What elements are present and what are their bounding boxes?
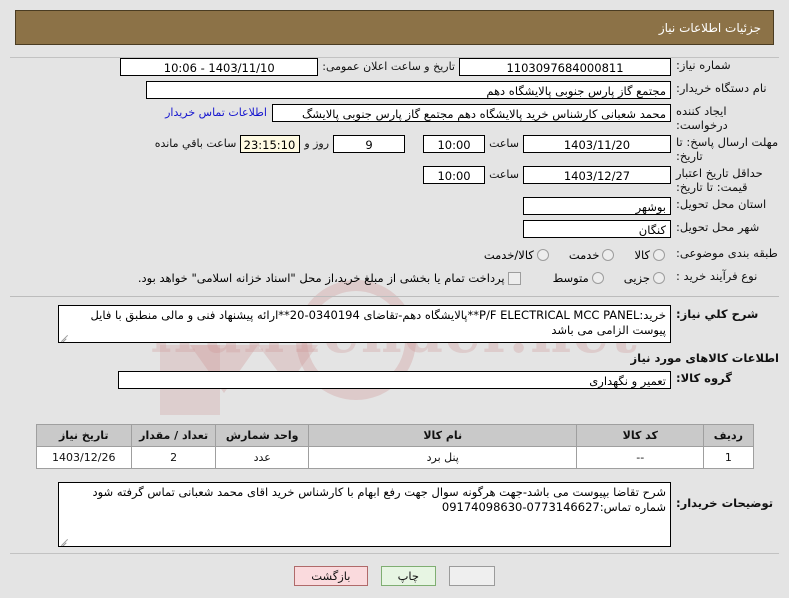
items-table: ردیف کد کالا نام کالا واحد شمارش تعداد /… [35,424,754,469]
col-radif: ردیف [703,424,754,447]
classification-option-1[interactable]: خدمت [555,246,600,264]
row-city: شهر محل تحویل: کنگان [10,220,779,240]
cell-tarikh-niaz: 1403/12/26 [35,446,133,469]
response-deadline-hour: 10:00 [423,135,486,153]
goods-group-label: گروه کالا: [676,371,732,385]
row-province: استان محل تحویل: بوشهر [10,197,779,217]
announce-datetime-value: 1403/11/10 - 10:06 [120,58,319,76]
creator-value: محمد شعبانی کارشناس خرید پالایشگاه دهم م… [272,104,671,122]
page-header: جزئیات اطلاعات نیاز [15,10,774,45]
buyer-notes-label: توضیحات خریدار: [676,496,774,510]
hour-label-1: ساعت [489,137,519,150]
footer-divider [10,553,779,554]
col-nam-kala: نام کالا [308,424,578,447]
page-title: جزئیات اطلاعات نیاز [15,10,774,45]
purchase-type-option-1[interactable]: متوسط [527,269,589,287]
radio-purchase-motevaset[interactable] [591,272,604,284]
price-validity-date: 1403/12/27 [523,166,671,184]
goods-group-value: تعمیر و نگهداری [118,371,671,389]
radio-classification-khedmat[interactable] [602,249,615,261]
buyer-org-value: مجتمع گاز پارس جنوبی پالایشگاه دهم [146,81,671,99]
blank-button[interactable] [449,566,495,586]
section-divider-1 [10,296,779,297]
islamic-treasury-label: پرداخت تمام یا بخشی از مبلغ خرید،از محل … [137,271,505,285]
cell-radif: 1 [703,446,754,469]
province-label: استان محل تحویل: [676,197,767,211]
buyer-contact-link[interactable]: اطلاعات تماس خریدار [160,104,272,122]
cell-kod-kala: -- [576,446,705,469]
classification-option-0[interactable]: کالا [620,246,650,264]
city-label: شهر محل تحویل: [676,220,760,234]
summary-text: خرید:P/F ELECTRICAL MCC PANEL**پالایشگاه… [90,308,666,337]
row-purchase-type: نوع فرآیند خرید : جزیی متوسط پرداخت تمام… [10,269,779,289]
days-remaining-value: 9 [333,135,406,153]
response-deadline-label: مهلت ارسال پاسخ: تا تاریخ: [676,135,779,163]
need-number-value: 1103097684000811 [459,58,671,76]
need-details-form: شماره نیاز: 1103097684000811 تاریخ و ساع… [10,58,779,394]
row-summary: شرح کلي نیاز: خرید:P/F ELECTRICAL MCC PA… [10,305,779,343]
days-label: روز و [304,137,330,150]
city-value: کنگان [523,220,671,238]
items-table-header-row: ردیف کد کالا نام کالا واحد شمارش تعداد /… [35,424,754,447]
print-button[interactable]: چاپ [380,566,437,586]
classification-label: طبقه بندی موضوعی: [676,246,778,260]
radio-purchase-jozei[interactable] [653,272,665,284]
checkbox-islamic-treasury[interactable] [507,272,521,285]
items-table-wrap: ردیف کد کالا نام کالا واحد شمارش تعداد /… [10,424,779,469]
buyer-notes-text: شرح تقاضا بپیوست می باشد-جهت هرگونه سوال… [92,485,666,514]
countdown-label: ساعت باقي مانده [154,137,237,150]
back-button[interactable]: بازگشت [294,566,368,586]
row-goods-group: گروه کالا: تعمیر و نگهداری [10,371,779,391]
row-creator: ایجاد کننده درخواست: محمد شعبانی کارشناس… [10,104,779,132]
response-deadline-date: 1403/11/20 [523,135,671,153]
col-kod-kala: کد کالا [576,424,705,447]
purchase-type-option-0[interactable]: جزیی [610,269,650,287]
col-vahed: واحد شمارش [215,424,310,447]
buyer-org-label: نام دستگاه خریدار: [676,81,767,95]
radio-classification-kala-khedmat[interactable] [536,249,549,261]
footer-button-bar: چاپ بازگشت [0,565,789,586]
purchase-type-label: نوع فرآیند خرید : [676,269,758,283]
buyer-notes-value[interactable]: شرح تقاضا بپیوست می باشد-جهت هرگونه سوال… [58,482,671,547]
radio-classification-kala[interactable] [653,249,665,261]
row-response-deadline: مهلت ارسال پاسخ: تا تاریخ: 1403/11/20 سا… [10,135,779,163]
row-price-validity: حداقل تاریخ اعتبار قیمت: تا تاریخ: 1403/… [10,166,779,194]
price-validity-hour: 10:00 [423,166,486,184]
col-tarikh-niaz: تاریخ نیاز [35,424,133,447]
countdown-timer: 23:15:10 [240,135,301,153]
table-row: 1 -- پنل برد عدد 2 1403/12/26 [35,446,754,469]
page-root: iranTender.net جزئیات اطلاعات نیاز شماره… [0,0,789,598]
row-need-number: شماره نیاز: 1103097684000811 تاریخ و ساع… [10,58,779,78]
province-value: بوشهر [523,197,671,215]
classification-option-2[interactable]: کالا/خدمت [484,246,534,264]
col-tedad: تعداد / مقدار [131,424,217,447]
row-buyer-notes: توضیحات خریدار: شرح تقاضا بپیوست می باشد… [10,482,779,547]
announce-datetime-label: تاریخ و ساعت اعلان عمومی: [322,60,455,73]
need-number-label: شماره نیاز: [676,58,731,72]
cell-nam-kala: پنل برد [308,446,578,469]
resize-grip-summary[interactable] [60,332,69,341]
row-buyer-org: نام دستگاه خریدار: مجتمع گاز پارس جنوبی … [10,81,779,101]
price-validity-label: حداقل تاریخ اعتبار قیمت: تا تاریخ: [676,166,763,194]
hour-label-2: ساعت [489,168,519,181]
cell-tedad: 2 [131,446,217,469]
row-classification: طبقه بندی موضوعی: کالا خدمت کالا/خدمت [10,246,779,266]
creator-label: ایجاد کننده درخواست: [676,104,728,132]
summary-value[interactable]: خرید:P/F ELECTRICAL MCC PANEL**پالایشگاه… [58,305,671,343]
summary-label: شرح کلي نیاز: [676,307,759,321]
goods-section-title: اطلاعات کالاهای مورد نیاز [630,351,779,365]
resize-grip-notes[interactable] [60,536,69,545]
cell-vahed: عدد [215,446,310,469]
